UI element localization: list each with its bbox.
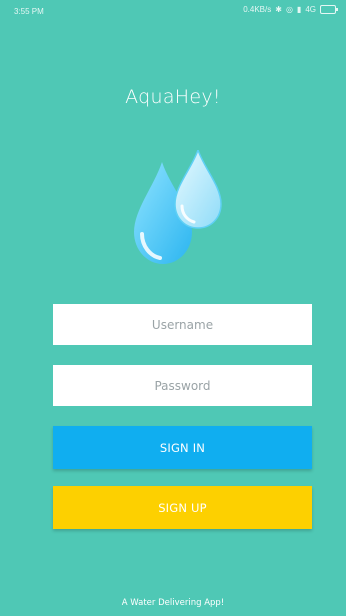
- username-placeholder: Username: [151, 317, 214, 332]
- bluetooth-icon: ✱: [275, 5, 282, 14]
- status-bar: 3:55 PM 0.4KB/s ✱ ◎ ▮ 4G: [0, 0, 346, 22]
- signal-text: 4G: [305, 5, 316, 14]
- signal-icon: ▮: [296, 5, 302, 14]
- network-speed: 0.4KB/s: [243, 5, 272, 14]
- app-title: AquaHey!: [125, 86, 221, 108]
- status-icons: 0.4KB/s ✱ ◎ ▮ 4G: [243, 5, 338, 14]
- password-placeholder: Password: [154, 378, 211, 393]
- sign-in-button[interactable]: SIGN IN: [53, 426, 312, 469]
- password-field[interactable]: Password: [53, 365, 312, 406]
- status-time: 3:55 PM: [14, 7, 44, 16]
- app-tagline: A Water Delivering App!: [121, 598, 225, 608]
- login-screen: 3:55 PM 0.4KB/s ✱ ◎ ▮ 4G AquaHey! Userna…: [0, 0, 346, 616]
- username-field[interactable]: Username: [53, 304, 312, 345]
- alarm-icon: ◎: [285, 5, 293, 14]
- sign-in-label: SIGN IN: [159, 440, 206, 455]
- battery-icon: [320, 5, 338, 14]
- sign-up-button[interactable]: SIGN UP: [53, 486, 312, 529]
- sign-up-label: SIGN UP: [158, 500, 207, 515]
- water-drops-logo-icon: [134, 150, 222, 264]
